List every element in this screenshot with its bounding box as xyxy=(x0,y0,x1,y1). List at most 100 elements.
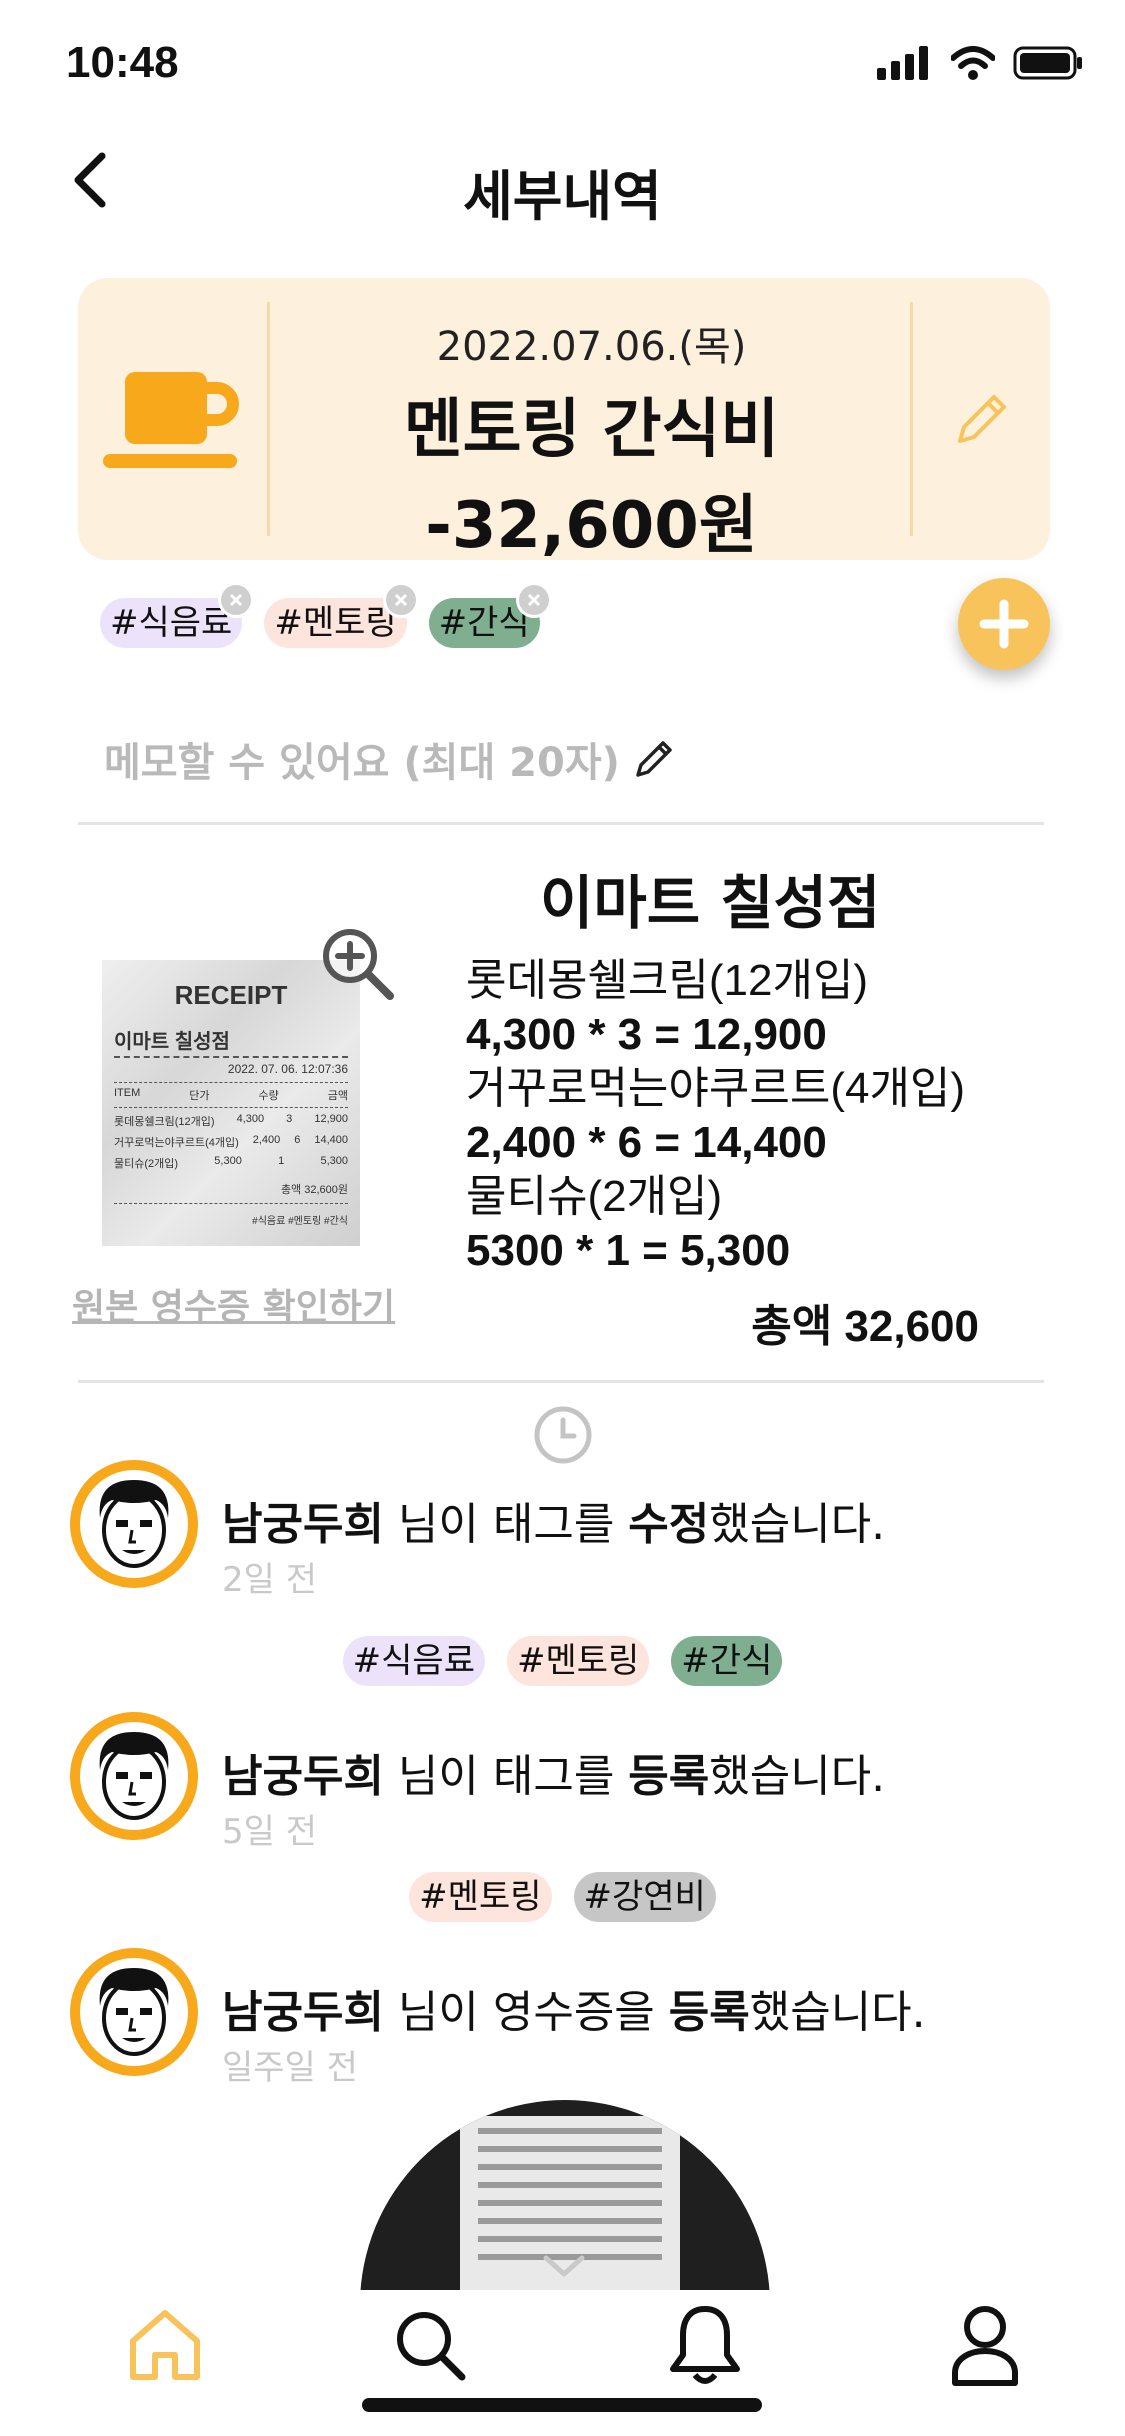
tag-chip: #멘토링 xyxy=(409,1872,552,1922)
divider xyxy=(78,822,1044,825)
item-formula: 2,400 * 6 = 14,400 xyxy=(466,1118,827,1167)
tag-list: #식음료 #멘토링 #간식 xyxy=(100,582,552,648)
receipt-col: ITEM xyxy=(114,1087,141,1099)
activity-middle: 님이 영수증을 xyxy=(383,1987,669,2038)
receipt-cell: 3 xyxy=(286,1113,293,1125)
tag-label: #간식 xyxy=(681,1641,773,1681)
coffee-cup-icon xyxy=(102,372,239,468)
avatar xyxy=(70,1948,198,2076)
receipt-cell: 5,300 xyxy=(214,1155,242,1167)
category-icon-box xyxy=(78,302,270,536)
receipt-image-tags: #식음료 #멘토링 #간식 xyxy=(252,1216,348,1227)
activity-user: 남궁두희 xyxy=(222,1499,384,1550)
activity-text: 남궁두희 님이 태그를 수정했습니다. xyxy=(222,1488,885,1552)
close-icon xyxy=(394,593,407,607)
activity-middle: 님이 태그를 xyxy=(383,1499,629,1550)
receipt-cell: 12,900 xyxy=(314,1113,348,1125)
receipt-cell: 5,300 xyxy=(320,1155,348,1167)
signal-icon xyxy=(877,46,928,80)
receipt-cell: 물티슈(2개입) xyxy=(114,1158,179,1170)
activity-tag-list: #멘토링 #강연비 xyxy=(0,1872,1125,1922)
avatar xyxy=(70,1460,198,1588)
edit-summary-button[interactable] xyxy=(910,302,1050,536)
activity-item: 남궁두희 님이 태그를 수정했습니다. 2일 전 xyxy=(70,1460,1070,1600)
tab-profile[interactable] xyxy=(940,2300,1030,2390)
memo-placeholder: 메모할 수 있어요 (최대 20자) xyxy=(104,740,620,786)
receipt-row: 롯데몽쉘크림(12개입) 4,300 3 12,900 xyxy=(114,1113,348,1129)
receipt-cell: 1 xyxy=(278,1155,285,1167)
receipt-cell: 롯데몽쉘크림(12개입) xyxy=(114,1116,215,1128)
tab-bar xyxy=(0,2290,1125,2436)
status-time: 10:48 xyxy=(66,38,179,87)
status-bar: 10:48 xyxy=(0,0,1125,130)
item-name: 물티슈(2개입) xyxy=(466,1172,723,1221)
summary-name: 멘토링 간식비 xyxy=(403,393,780,467)
activity-time: 2일 전 xyxy=(222,1560,317,1600)
activity-time: 일주일 전 xyxy=(222,2048,358,2088)
pencil-icon xyxy=(636,741,672,777)
tag-label: #식음료 xyxy=(352,1641,475,1681)
receipt-row: 거꾸로먹는야쿠르트(4개입) 2,400 6 14,400 xyxy=(114,1134,348,1150)
tab-home[interactable] xyxy=(120,2300,210,2390)
add-tag-button[interactable] xyxy=(958,578,1050,670)
activity-time: 5일 전 xyxy=(222,1812,317,1852)
activity-user: 남궁두희 xyxy=(222,1751,384,1802)
tag-chip[interactable]: #간식 xyxy=(428,582,552,648)
chevron-down-icon[interactable] xyxy=(540,2250,588,2280)
activity-text: 남궁두희 님이 영수증을 등록했습니다. xyxy=(222,1976,926,2040)
avatar xyxy=(70,1712,198,1840)
page-title: 세부내역 xyxy=(463,165,662,228)
receipt-datetime: 2022. 07. 06. 12:07:36 xyxy=(227,1062,348,1076)
activity-text: 남궁두희 님이 태그를 등록했습니다. xyxy=(222,1740,885,1804)
item-formula: 5300 * 1 = 5,300 xyxy=(466,1226,791,1275)
receipt-total: 총액 32,600 xyxy=(751,1302,979,1351)
tag-label: #멘토링 xyxy=(274,603,397,643)
item-formula: 4,300 * 3 = 12,900 xyxy=(466,1010,827,1059)
tab-search[interactable] xyxy=(385,2300,475,2390)
tag-label: #멘토링 xyxy=(516,1641,640,1681)
activity-action: 수정 xyxy=(628,1499,710,1550)
receipt-cell: 6 xyxy=(294,1134,301,1146)
receipt-cell: 4,300 xyxy=(236,1113,265,1125)
tag-chip: #식음료 xyxy=(342,1636,485,1686)
receipt-row: 물티슈(2개입) 5,300 1 5,300 xyxy=(114,1155,348,1171)
tag-chip[interactable]: #멘토링 xyxy=(264,582,419,648)
receipt-columns: ITEM 단가 수량 금액 xyxy=(114,1082,348,1108)
receipt-col: 단가 xyxy=(189,1090,210,1102)
activity-action: 등록 xyxy=(628,1751,710,1802)
home-icon xyxy=(130,2310,200,2380)
view-original-receipt-link[interactable]: 원본 영수증 확인하기 xyxy=(72,1278,395,1330)
remove-tag-button[interactable] xyxy=(218,582,255,618)
receipt-col: 수량 xyxy=(258,1090,279,1102)
wifi-icon xyxy=(951,46,995,80)
zoom-in-icon[interactable] xyxy=(318,924,398,1004)
home-indicator xyxy=(362,2398,762,2412)
tag-label: #강연비 xyxy=(583,1877,706,1917)
tab-notifications[interactable] xyxy=(660,2300,750,2390)
memo-field[interactable]: 메모할 수 있어요 (최대 20자) xyxy=(104,730,676,788)
header: 세부내역 xyxy=(0,130,1125,250)
clock-icon xyxy=(534,1406,592,1464)
user-face-icon xyxy=(99,1732,169,1820)
receipt-cell: 거꾸로먹는야쿠르트(4개입) xyxy=(114,1137,239,1149)
remove-tag-button[interactable] xyxy=(515,582,552,618)
receipt-cell: 14,400 xyxy=(314,1134,348,1146)
divider xyxy=(78,1380,1044,1383)
summary-card: 2022.07.06.(목) 멘토링 간식비 -32,600원 xyxy=(78,278,1050,563)
plus-icon xyxy=(979,599,1029,649)
tag-label: #간식 xyxy=(438,603,530,643)
store-name: 이마트 칠성점 xyxy=(540,869,881,937)
search-icon xyxy=(397,2312,466,2381)
tag-chip: #멘토링 xyxy=(506,1636,650,1686)
activity-middle: 님이 태그를 xyxy=(383,1751,629,1802)
receipt-image-total: 총액 32,600원 xyxy=(114,1181,348,1204)
tag-chip: #간식 xyxy=(671,1636,783,1686)
tag-chip[interactable]: #식음료 xyxy=(100,582,255,648)
receipt-cell: 2,400 xyxy=(252,1134,281,1146)
receipt-item-list: 롯데몽쉘크림(12개입) 4,300 * 3 = 12,900 거꾸로먹는야쿠르… xyxy=(466,954,965,1278)
receipt-title: RECEIPT xyxy=(174,980,288,1010)
activity-item: 남궁두희 님이 태그를 등록했습니다. 5일 전 xyxy=(70,1712,1070,1852)
activity-suffix: 했습니다. xyxy=(709,1751,886,1802)
user-face-icon xyxy=(99,1968,169,2056)
remove-tag-button[interactable] xyxy=(382,582,419,618)
